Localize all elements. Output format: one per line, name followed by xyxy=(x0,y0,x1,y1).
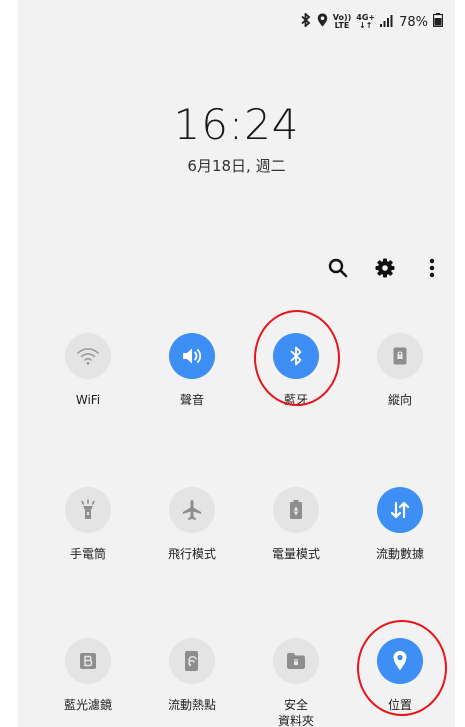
tile-sound[interactable]: 聲音 xyxy=(140,333,244,408)
wifi-icon xyxy=(65,333,111,379)
tile-label: 飛行模式 xyxy=(167,547,216,561)
quick-settings-panel: Vo)) LTE 4G+ ↓↑ 78% 16:24 6月18日, 週二 WiFi… xyxy=(18,0,455,727)
battery-saver-icon xyxy=(273,487,319,533)
mobile-data-icon xyxy=(377,487,423,533)
location-status-icon xyxy=(317,13,328,31)
tile-flashlight[interactable]: 手電筒 xyxy=(36,487,140,562)
speaker-icon xyxy=(169,333,215,379)
tile-label: 流動數據 xyxy=(375,547,424,561)
clock-time: 16:24 xyxy=(173,100,300,149)
tile-label: 位置 xyxy=(387,698,412,712)
flashlight-icon xyxy=(65,487,111,533)
hotspot-icon xyxy=(169,638,215,684)
tile-wifi[interactable]: WiFi xyxy=(36,333,140,408)
tile-label: WiFi xyxy=(75,393,101,407)
portrait-lock-icon xyxy=(377,333,423,379)
bluetooth-icon xyxy=(273,333,319,379)
tile-label: 縱向 xyxy=(387,393,412,407)
more-vertical-icon[interactable] xyxy=(418,254,446,282)
airplane-icon xyxy=(169,487,215,533)
tile-secure-folder[interactable]: 安全 資料夾 xyxy=(244,638,348,727)
battery-percent: 78% xyxy=(399,14,428,30)
battery-charging-icon xyxy=(432,13,444,31)
data-activity-text: ↓↑ xyxy=(358,21,373,30)
tile-mobile-data[interactable]: 流動數據 xyxy=(348,487,452,562)
tile-power-mode[interactable]: 電量模式 xyxy=(244,487,348,562)
network-type-indicator: 4G+ ↓↑ xyxy=(356,14,375,30)
quick-panel-toolbar xyxy=(315,254,455,282)
tile-label: 藍牙 xyxy=(283,393,308,407)
tile-label: 藍光濾鏡 xyxy=(63,698,112,712)
tile-bluetooth[interactable]: 藍牙 xyxy=(244,333,348,408)
tile-label: 安全 資料夾 xyxy=(277,698,314,727)
bluetooth-status-icon xyxy=(300,12,312,31)
location-icon xyxy=(377,638,423,684)
tile-airplane[interactable]: 飛行模式 xyxy=(140,487,244,562)
blue-light-filter-icon xyxy=(65,638,111,684)
signal-strength-icon xyxy=(380,14,394,31)
gear-icon[interactable] xyxy=(371,254,399,282)
search-icon[interactable] xyxy=(324,254,352,282)
volte-indicator: Vo)) LTE xyxy=(333,14,352,30)
tile-label: 流動熱點 xyxy=(167,698,216,712)
tile-label: 電量模式 xyxy=(271,547,320,561)
clock-date: 6月18日, 週二 xyxy=(187,157,286,175)
tile-hotspot[interactable]: 流動熱點 xyxy=(140,638,244,713)
volte-bottom-text: LTE xyxy=(334,21,350,30)
tile-blue-light-filter[interactable]: 藍光濾鏡 xyxy=(36,638,140,713)
tile-label: 手電筒 xyxy=(69,547,106,561)
secure-folder-icon xyxy=(273,638,319,684)
status-bar: Vo)) LTE 4G+ ↓↑ 78% xyxy=(300,12,444,32)
tile-portrait[interactable]: 縱向 xyxy=(348,333,452,408)
tile-location[interactable]: 位置 xyxy=(348,638,452,713)
tile-label: 聲音 xyxy=(179,393,204,407)
